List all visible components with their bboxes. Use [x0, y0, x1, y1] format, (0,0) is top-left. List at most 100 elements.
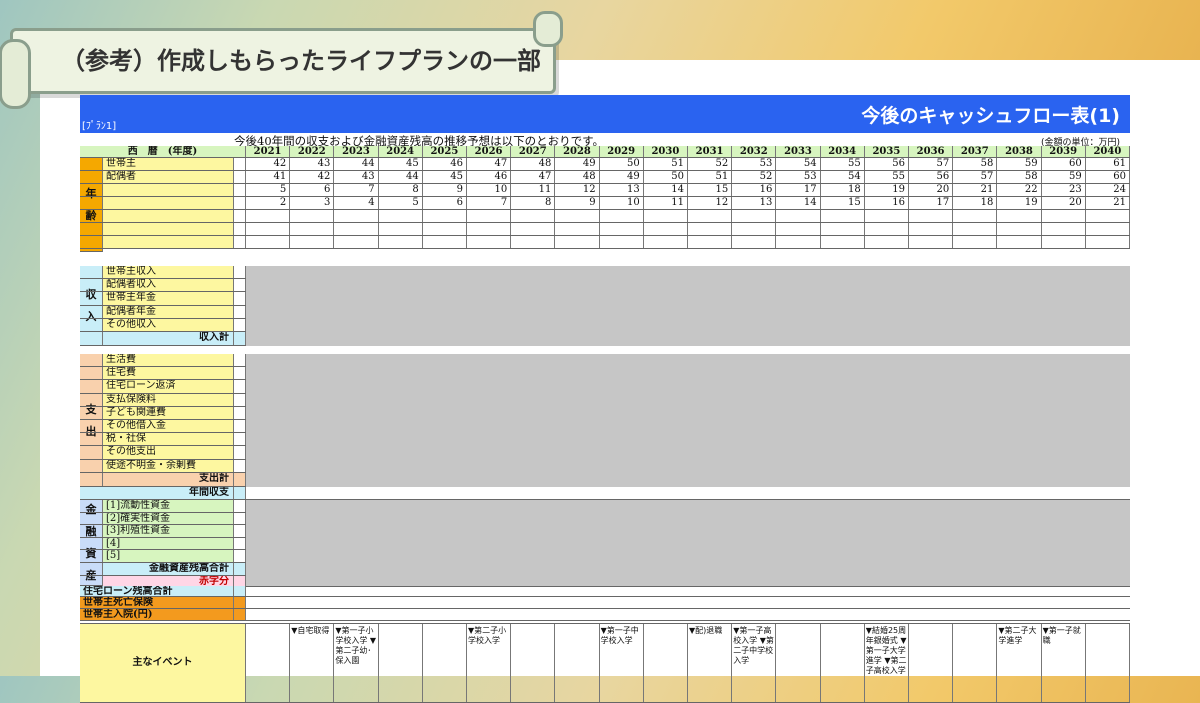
year-header: 2032: [732, 146, 777, 157]
year-cell: 22: [997, 184, 1042, 196]
events-row: 主なイベント ▼自宅取得 ▼第一子小学校入学 ▼第二子幼･保入園 ▼第二子小学校入学 ▼…: [80, 623, 1130, 703]
event-cell: [953, 624, 998, 702]
age-row-empty: [80, 236, 1130, 249]
year-cell: [1042, 236, 1086, 248]
event-cell: [511, 624, 556, 702]
year-cell: 21: [953, 184, 998, 196]
row-label: 住宅ローン残高合計: [80, 586, 234, 596]
year-header: 2034: [820, 146, 865, 157]
row-label: 住宅費: [103, 367, 234, 380]
row-label: 生活費: [103, 354, 234, 367]
year-cell: 56: [865, 158, 909, 170]
year-cell: 53: [776, 171, 821, 183]
year-cell: [423, 236, 467, 248]
shaded-values: [246, 266, 1130, 346]
year-cell: 57: [909, 158, 954, 170]
row-subcell: [234, 184, 246, 196]
row-subcell: [234, 171, 246, 183]
event-cell: [644, 624, 688, 702]
year-cell: [732, 210, 777, 222]
year-header: 2026: [467, 146, 512, 157]
row-subcell: [234, 586, 246, 596]
year-cell: 45: [423, 171, 467, 183]
year-header: 2030: [643, 146, 688, 157]
year-cell: [821, 236, 865, 248]
row-subcell: [234, 459, 246, 472]
year-cell: [379, 210, 423, 222]
year-cell: [953, 236, 998, 248]
row-subcell: [234, 609, 246, 620]
year-cell: 44: [334, 158, 379, 170]
year-cell: 20: [1042, 197, 1086, 209]
year-cell: 8: [511, 197, 556, 209]
year-header: 2037: [953, 146, 998, 157]
row-label: 世帯主年金: [103, 292, 234, 305]
year-cell: 43: [334, 171, 379, 183]
row-label: 世帯主: [103, 158, 234, 170]
year-cell: [909, 236, 954, 248]
row-label: 使途不明金・余剰費: [103, 459, 234, 472]
row-label: 住宅ローン返済: [103, 380, 234, 393]
row-label: [5]: [103, 550, 234, 562]
row-label: [103, 210, 234, 222]
event-text: ▼自宅取得: [291, 626, 330, 635]
year-header: 2028: [555, 146, 600, 157]
row-label: その他収入: [103, 318, 234, 331]
event-text: ▼第一子高校入学 ▼第二子中学校入学: [733, 626, 774, 665]
year-cell: [600, 210, 644, 222]
year-cell: [732, 236, 777, 248]
year-cell: 47: [511, 171, 556, 183]
year-cell: 23: [1042, 184, 1086, 196]
year-cell: [997, 210, 1042, 222]
year-cell: [334, 236, 379, 248]
year-cell: 7: [334, 184, 379, 196]
ribbon-curl-left: [0, 39, 31, 109]
year-cell: [909, 210, 954, 222]
year-header: 2031: [688, 146, 733, 157]
year-header: 2025: [422, 146, 467, 157]
year-cell: 41: [246, 171, 291, 183]
event-text: ▼第二子大学進学: [998, 626, 1037, 645]
year-cell: 11: [511, 184, 556, 196]
year-cell: 3: [290, 197, 335, 209]
year-cell: 4: [334, 197, 379, 209]
year-cell: [511, 236, 556, 248]
row-label: 世帯主死亡保険: [80, 597, 234, 608]
title-ribbon: （参考）作成しもらったライフプランの一部: [0, 11, 563, 109]
row-label: [103, 197, 234, 209]
year-cell: [1086, 223, 1130, 235]
row-label: 収入計: [103, 332, 234, 345]
row-label: 配偶者年金: [103, 305, 234, 318]
table-header-bar: [ﾌﾟﾗﾝ1] 今後のキャッシュフロー表(1): [80, 95, 1130, 133]
year-cell: 52: [688, 158, 733, 170]
year-cell: 13: [732, 197, 777, 209]
row-subcell: [234, 550, 246, 562]
year-cell: [555, 210, 600, 222]
year-cell: [865, 236, 909, 248]
year-cell: 56: [909, 171, 954, 183]
year-header: 2024: [378, 146, 423, 157]
year-cell: [1086, 210, 1130, 222]
year-cell: 48: [555, 171, 600, 183]
year-cell: 51: [644, 158, 688, 170]
row-subcell: [234, 197, 246, 209]
year-cell: [644, 210, 688, 222]
year-cell: [1042, 223, 1086, 235]
year-header-label: 西 暦 (年度): [80, 146, 246, 157]
year-header-row: 西 暦 (年度) 2021 2022 2023 2024 2025 2026 2027 2028…: [80, 146, 1130, 158]
year-cell: 54: [776, 158, 821, 170]
year-cell: 15: [688, 184, 733, 196]
year-cell: 9: [555, 197, 600, 209]
age-row-spouse: 配偶者 41 42 43 44 45 46 47 48 49 50 51 52 53 54 55 56 57 58 5…: [80, 171, 1130, 184]
year-cell: [467, 223, 512, 235]
year-cell: [821, 210, 865, 222]
year-cell: [423, 210, 467, 222]
row-label: 赤字分: [103, 575, 234, 586]
year-cell: [290, 210, 335, 222]
year-cell: [511, 223, 556, 235]
row-subcell: [234, 563, 246, 575]
row-subcell: [234, 487, 246, 499]
event-cell: [776, 624, 821, 702]
year-cell: [334, 210, 379, 222]
year-cell: 19: [865, 184, 909, 196]
